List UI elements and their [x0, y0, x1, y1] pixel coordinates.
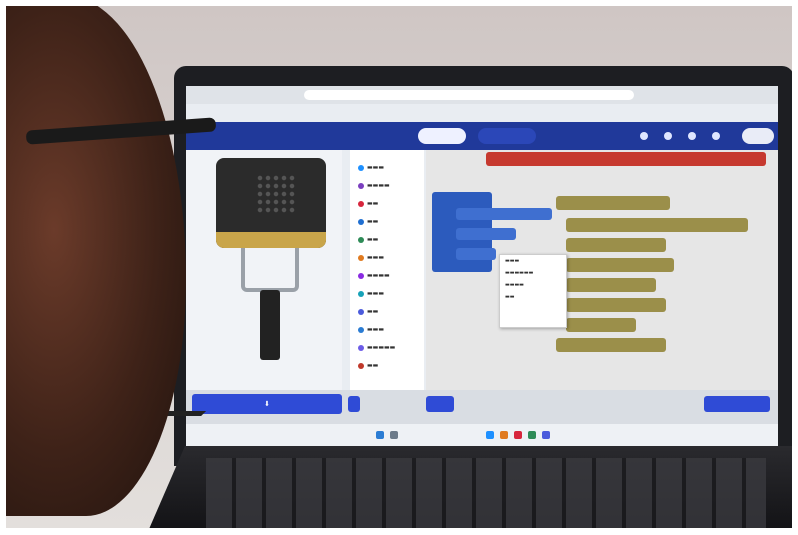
settings-icon[interactable] — [640, 132, 648, 140]
toolbox-category[interactable]: ▬▬▬▬ — [358, 182, 390, 189]
tab-blocks[interactable] — [418, 128, 466, 144]
toolbox-category[interactable]: ▬▬▬▬▬ — [358, 344, 395, 351]
app-header — [186, 122, 778, 150]
code-workspace[interactable] — [426, 150, 778, 390]
microbit-board[interactable] — [216, 158, 326, 248]
help-icon[interactable] — [688, 132, 696, 140]
code-block[interactable] — [556, 338, 666, 352]
photo: ▬▬▬ ▬▬▬▬ ▬▬ ▬▬ ▬▬ ▬▬▬ ▬▬▬▬ ▬▬▬ ▬▬ ▬▬▬ ▬▬… — [6, 6, 792, 528]
context-menu-item[interactable]: ▬▬ — [500, 291, 566, 303]
tab-javascript[interactable] — [478, 128, 536, 144]
download-button[interactable]: ⬇ — [192, 394, 342, 414]
toolbox: ▬▬▬ ▬▬▬▬ ▬▬ ▬▬ ▬▬ ▬▬▬ ▬▬▬▬ ▬▬▬ ▬▬ ▬▬▬ ▬▬… — [350, 150, 424, 390]
toolbox-category[interactable]: ▬▬ — [358, 200, 378, 207]
toolbox-category[interactable]: ▬▬▬▬ — [358, 272, 390, 279]
browser-tab-bar — [186, 86, 778, 104]
code-block[interactable] — [456, 248, 496, 260]
sensor-probe — [260, 290, 280, 360]
context-menu-item[interactable]: ▬▬▬▬ — [500, 279, 566, 291]
code-block[interactable] — [566, 258, 674, 272]
led-grid — [256, 174, 296, 214]
laptop-screen: ▬▬▬ ▬▬▬▬ ▬▬ ▬▬ ▬▬ ▬▬▬ ▬▬▬▬ ▬▬▬ ▬▬ ▬▬▬ ▬▬… — [186, 86, 778, 446]
toolbox-category[interactable]: ▬▬▬ — [358, 254, 384, 261]
more-button[interactable] — [348, 396, 360, 412]
toolbox-category[interactable]: ▬▬ — [358, 236, 378, 243]
code-block[interactable] — [456, 208, 552, 220]
code-block[interactable] — [566, 278, 656, 292]
gear-icon[interactable] — [712, 132, 720, 140]
toolbox-category[interactable]: ▬▬ — [358, 362, 378, 369]
code-block[interactable] — [456, 228, 516, 240]
bottom-toolbar: ⬇ — [186, 390, 778, 424]
taskbar-icon[interactable] — [376, 431, 384, 439]
code-block[interactable] — [566, 238, 666, 252]
save-button[interactable] — [426, 396, 454, 412]
context-menu-item[interactable]: ▬▬▬▬▬▬ — [500, 267, 566, 279]
code-block[interactable] — [486, 152, 766, 166]
context-menu: ▬▬▬ ▬▬▬▬▬▬ ▬▬▬▬ ▬▬ — [499, 254, 567, 328]
keyboard-keys — [206, 458, 766, 528]
taskbar-icon[interactable] — [390, 431, 398, 439]
sensor-wire — [241, 248, 299, 292]
account-button[interactable] — [742, 128, 774, 144]
toolbox-category[interactable]: ▬▬▬ — [358, 164, 384, 171]
code-block[interactable] — [566, 298, 666, 312]
taskbar-icon[interactable] — [542, 431, 550, 439]
code-block[interactable] — [566, 318, 636, 332]
edge-pins — [216, 232, 326, 248]
simulator-panel — [186, 150, 342, 390]
taskbar-icon[interactable] — [528, 431, 536, 439]
zoom-controls[interactable] — [704, 396, 770, 412]
taskbar-icon[interactable] — [486, 431, 494, 439]
address-bar[interactable] — [304, 90, 634, 100]
toolbox-category[interactable]: ▬▬ — [358, 308, 378, 315]
code-block[interactable] — [556, 196, 670, 210]
share-icon[interactable] — [664, 132, 672, 140]
taskbar-icon[interactable] — [514, 431, 522, 439]
code-block[interactable] — [566, 218, 748, 232]
toolbox-category[interactable]: ▬▬▬ — [358, 290, 384, 297]
os-taskbar — [186, 424, 778, 446]
taskbar-icon[interactable] — [500, 431, 508, 439]
toolbox-category[interactable]: ▬▬▬ — [358, 326, 384, 333]
toolbox-category[interactable]: ▬▬ — [358, 218, 378, 225]
person-head — [6, 6, 186, 516]
context-menu-item[interactable]: ▬▬▬ — [500, 255, 566, 267]
